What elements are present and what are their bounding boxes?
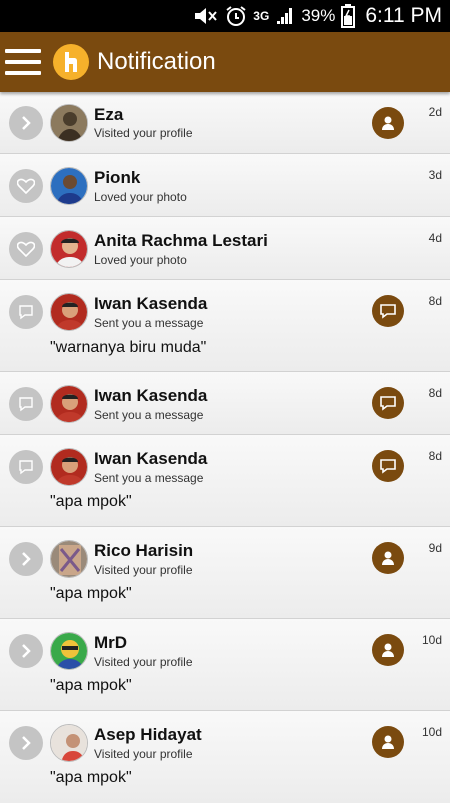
network-type-label: 3G: [253, 9, 270, 23]
sender-name: Iwan Kasenda: [94, 386, 208, 405]
page-title: Notification: [97, 48, 216, 75]
notification-row[interactable]: Iwan Kasenda Sent you a message 8d "apa …: [0, 435, 450, 527]
avatar: [50, 448, 88, 486]
message-preview: "apa mpok": [50, 493, 132, 510]
avatar: [50, 230, 88, 268]
time-label: 4d: [428, 231, 442, 245]
time-label: 9d: [428, 541, 442, 555]
alarm-icon: [225, 4, 247, 28]
sender-name: Asep Hidayat: [94, 725, 202, 744]
sender-name: MrD: [94, 633, 128, 652]
profile-icon[interactable]: [372, 726, 404, 758]
time-label: 3d: [428, 168, 442, 182]
notification-text: Loved your photo: [94, 190, 187, 204]
notification-text: Visited your profile: [94, 126, 193, 140]
battery-icon: [341, 4, 356, 28]
message-icon[interactable]: [372, 295, 404, 327]
notification-text: Visited your profile: [94, 747, 193, 761]
avatar: [50, 167, 88, 205]
message-icon[interactable]: [372, 387, 404, 419]
notification-list: Eza Visited your profile 2d Pionk Loved …: [0, 92, 450, 803]
comment-icon[interactable]: [9, 295, 43, 329]
clock: 6:11 PM: [365, 4, 442, 27]
notification-row[interactable]: Anita Rachma Lestari Loved your photo 4d: [0, 217, 450, 280]
notification-row[interactable]: Iwan Kasenda Sent you a message 8d: [0, 372, 450, 435]
avatar: [50, 385, 88, 423]
avatar: [50, 632, 88, 670]
comment-icon[interactable]: [9, 387, 43, 421]
status-bar: 3G 39% 6:11 PM: [0, 0, 450, 32]
notification-text: Visited your profile: [94, 655, 193, 669]
sender-name: Rico Harisin: [94, 541, 194, 560]
chevron-right-icon[interactable]: [9, 106, 43, 140]
app-bar: Notification: [0, 32, 450, 92]
sender-name: Pionk: [94, 168, 141, 187]
time-label: 8d: [428, 386, 442, 400]
notification-text: Sent you a message: [94, 408, 204, 422]
sender-name: Iwan Kasenda: [94, 294, 208, 313]
sender-name: Anita Rachma Lestari: [94, 231, 268, 250]
profile-icon[interactable]: [372, 542, 404, 574]
notification-row[interactable]: MrD Visited your profile 10d "apa mpok": [0, 619, 450, 711]
time-label: 8d: [428, 449, 442, 463]
battery-percent: 39%: [301, 6, 336, 25]
comment-icon[interactable]: [9, 450, 43, 484]
time-label: 10d: [421, 633, 442, 647]
time-label: 2d: [428, 105, 442, 119]
heart-icon[interactable]: [9, 169, 43, 203]
sender-name: Eza: [94, 105, 124, 124]
chevron-right-icon[interactable]: [9, 542, 43, 576]
message-preview: "apa mpok": [50, 585, 132, 602]
notification-text: Sent you a message: [94, 316, 204, 330]
heart-icon[interactable]: [9, 232, 43, 266]
time-label: 8d: [428, 294, 442, 308]
notification-text: Loved your photo: [94, 253, 187, 267]
menu-icon[interactable]: [5, 49, 41, 75]
profile-icon[interactable]: [372, 107, 404, 139]
message-icon[interactable]: [372, 450, 404, 482]
message-preview: "warnanya biru muda": [50, 339, 207, 356]
avatar: [50, 540, 88, 578]
avatar: [50, 293, 88, 331]
notification-row[interactable]: Eza Visited your profile 2d: [0, 92, 450, 154]
message-preview: "apa mpok": [50, 677, 132, 694]
message-preview: "apa mpok": [50, 769, 132, 786]
notification-row[interactable]: Pionk Loved your photo 3d: [0, 154, 450, 217]
time-label: 10d: [421, 725, 442, 739]
chevron-right-icon[interactable]: [9, 634, 43, 668]
notification-row[interactable]: Asep Hidayat Visited your profile 10d "a…: [0, 711, 450, 803]
profile-icon[interactable]: [372, 634, 404, 666]
notification-row[interactable]: Iwan Kasenda Sent you a message 8d "warn…: [0, 280, 450, 372]
sender-name: Iwan Kasenda: [94, 449, 208, 468]
signal-icon: [275, 4, 295, 28]
avatar: [50, 724, 88, 762]
avatar: [50, 104, 88, 142]
mute-icon: [193, 4, 219, 28]
notification-text: Visited your profile: [94, 563, 193, 577]
notification-row[interactable]: Rico Harisin Visited your profile 9d "ap…: [0, 527, 450, 619]
chevron-right-icon[interactable]: [9, 726, 43, 760]
app-logo: [53, 44, 89, 80]
notification-text: Sent you a message: [94, 471, 204, 485]
